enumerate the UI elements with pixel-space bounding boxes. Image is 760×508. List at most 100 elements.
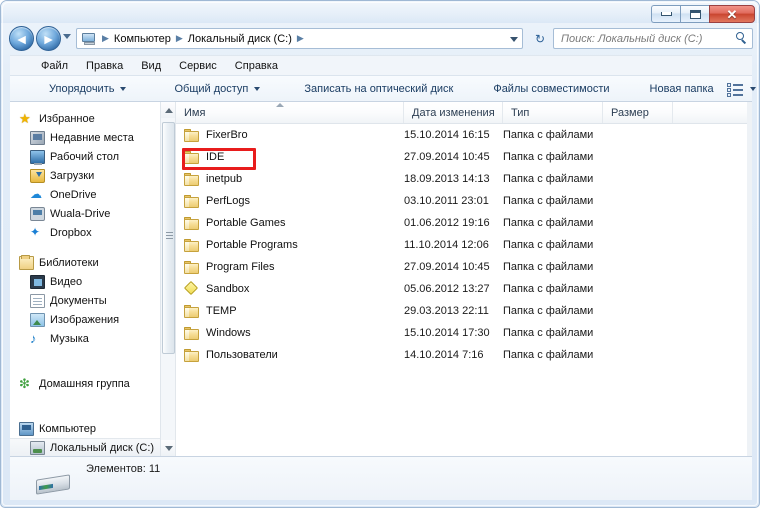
file-date: 14.10.2014 7:16 — [404, 349, 484, 361]
sidebar-item-wuala-drive[interactable]: Wuala-Drive — [10, 204, 175, 223]
forward-button[interactable]: ► — [36, 26, 61, 51]
compatibility-files-button[interactable]: Файлы совместимости — [484, 79, 618, 99]
address-bar[interactable]: ▶ Компьютер ▶ Локальный диск (C:) ▶ — [76, 28, 523, 49]
image-icon — [30, 312, 45, 327]
sidebar-label: Локальный диск (C:) — [50, 441, 155, 454]
sidebar-divider — [10, 393, 175, 419]
burn-to-disc-button[interactable]: Записать на оптический диск — [295, 79, 462, 99]
table-row[interactable]: Пользователи 14.10.2014 7:16 Папка с фай… — [176, 344, 752, 366]
history-dropdown-icon[interactable] — [63, 34, 71, 39]
back-button[interactable]: ◄ — [9, 26, 34, 51]
table-row[interactable]: inetpub 18.09.2013 14:13 Папка с файлами — [176, 168, 752, 190]
sidebar-divider — [10, 348, 175, 374]
sidebar-item-pictures[interactable]: Изображения — [10, 310, 175, 329]
file-list-pane: Имя Дата изменения Тип Размер FixerBro 1… — [176, 102, 752, 456]
column-header-row: Имя Дата изменения Тип Размер — [176, 102, 752, 124]
column-header-extra[interactable] — [673, 102, 752, 123]
sidebar-item-video[interactable]: Видео — [10, 272, 175, 291]
sidebar-label: Рабочий стол — [50, 150, 120, 163]
sidebar-label: Wuala-Drive — [50, 207, 111, 220]
column-header-name[interactable]: Имя — [176, 102, 404, 123]
wuala-icon — [30, 206, 45, 221]
table-row[interactable]: Portable Games 01.06.2012 19:16 Папка с … — [176, 212, 752, 234]
file-name-cell: IDE — [176, 150, 404, 164]
table-row[interactable]: PerfLogs 03.10.2011 23:01 Папка с файлам… — [176, 190, 752, 212]
sidebar-label: OneDrive — [50, 188, 97, 201]
column-header-type[interactable]: Тип — [503, 102, 603, 123]
breadcrumb-item-0[interactable]: Компьютер — [114, 33, 171, 45]
table-row[interactable]: Sandbox 05.06.2012 13:27 Папка с файлами — [176, 278, 752, 300]
music-icon: ♪ — [30, 330, 37, 346]
sidebar-item-dropbox[interactable]: ✦ Dropbox — [10, 223, 175, 242]
downloads-icon — [30, 168, 45, 183]
breadcrumb-separator-0[interactable]: ▶ — [97, 33, 114, 44]
sidebar-item-desktop[interactable]: Рабочий стол — [10, 147, 175, 166]
column-label: Тип — [511, 106, 530, 119]
new-folder-button[interactable]: Новая папка — [641, 79, 723, 99]
column-header-size[interactable]: Размер — [603, 102, 673, 123]
sidebar-item-documents[interactable]: Документы — [10, 291, 175, 310]
scroll-up-button[interactable] — [161, 102, 175, 118]
compatibility-label: Файлы совместимости — [493, 82, 610, 95]
table-row[interactable]: Portable Programs 11.10.2014 12:06 Папка… — [176, 234, 752, 256]
sidebar-item-onedrive[interactable]: ☁ OneDrive — [10, 185, 175, 204]
menu-file[interactable]: Файл — [32, 58, 77, 74]
sidebar-item-favorites[interactable]: ★ Избранное — [10, 109, 175, 128]
menu-edit[interactable]: Правка — [77, 58, 132, 74]
sidebar-item-downloads[interactable]: Загрузки — [10, 166, 175, 185]
minimize-button[interactable] — [651, 5, 680, 23]
table-row[interactable]: Program Files 27.09.2014 10:45 Папка с ф… — [176, 256, 752, 278]
sidebar-label: Видео — [50, 275, 83, 288]
explorer-window: ✕ ◄ ► ▶ Компьютер ▶ Локальный диск (C:) … — [0, 0, 760, 508]
file-type: Папка с файлами — [503, 129, 594, 141]
file-date: 27.09.2014 10:45 — [404, 261, 490, 273]
file-name: Windows — [206, 327, 251, 339]
close-button[interactable]: ✕ — [709, 5, 755, 23]
navigation-pane: ★ Избранное Недавние места Рабочий стол … — [10, 102, 176, 456]
breadcrumb-separator-1[interactable]: ▶ — [171, 33, 188, 44]
file-date: 03.10.2011 23:01 — [404, 195, 489, 207]
folder-icon — [184, 348, 200, 362]
table-row[interactable]: Windows 15.10.2014 17:30 Папка с файлами — [176, 322, 752, 344]
file-type: Папка с файлами — [503, 349, 594, 361]
sidebar-item-recent-places[interactable]: Недавние места — [10, 128, 175, 147]
menu-tools[interactable]: Сервис — [170, 58, 226, 74]
scrollbar-thumb[interactable] — [162, 122, 175, 354]
sidebar-item-libraries[interactable]: Библиотеки — [10, 253, 175, 272]
file-name: Portable Games — [206, 217, 286, 229]
address-dropdown-icon[interactable] — [510, 37, 518, 42]
sidebar-item-music[interactable]: ♪ Музыка — [10, 329, 175, 348]
sidebar-label: Изображения — [50, 313, 120, 326]
search-box[interactable] — [553, 28, 753, 49]
sidebar-item-homegroup[interactable]: ❇ Домашняя группа — [10, 374, 175, 393]
chevron-down-icon — [164, 445, 173, 451]
table-row[interactable]: TEMP 29.03.2013 22:11 Папка с файлами — [176, 300, 752, 322]
burn-label: Записать на оптический диск — [304, 82, 454, 95]
table-row[interactable]: FixerBro 15.10.2014 16:15 Папка с файлам… — [176, 124, 752, 146]
search-input[interactable] — [561, 32, 735, 45]
breadcrumb-separator-2[interactable]: ▶ — [292, 33, 309, 44]
file-list-scrollbar[interactable] — [747, 102, 752, 456]
scroll-down-button[interactable] — [161, 440, 175, 456]
sidebar-label: Библиотеки — [39, 256, 99, 269]
sidebar-item-local-disk-c[interactable]: Локальный диск (C:) — [10, 438, 175, 456]
column-label: Размер — [611, 106, 649, 119]
menu-view[interactable]: Вид — [132, 58, 170, 74]
menu-bar: Файл Правка Вид Сервис Справка — [10, 55, 752, 75]
navigation-buttons: ◄ ► — [9, 26, 61, 51]
share-button[interactable]: Общий доступ — [165, 79, 269, 99]
sort-ascending-icon — [276, 103, 284, 107]
folder-icon — [184, 128, 200, 142]
table-row[interactable]: IDE 27.09.2014 10:45 Папка с файлами — [176, 146, 752, 168]
maximize-button[interactable] — [680, 5, 709, 23]
change-view-button[interactable] — [723, 79, 759, 99]
breadcrumb-item-1[interactable]: Локальный диск (C:) — [188, 33, 292, 45]
file-name-cell: Program Files — [176, 260, 404, 274]
menu-help[interactable]: Справка — [226, 58, 287, 74]
column-header-date-modified[interactable]: Дата изменения — [404, 102, 503, 123]
organize-button[interactable]: Упорядочить — [40, 79, 135, 99]
sidebar-item-computer[interactable]: Компьютер — [10, 419, 175, 438]
refresh-button[interactable]: ↻ — [529, 28, 551, 49]
file-name-cell: FixerBro — [176, 128, 404, 142]
navigation-scrollbar[interactable] — [160, 102, 175, 456]
